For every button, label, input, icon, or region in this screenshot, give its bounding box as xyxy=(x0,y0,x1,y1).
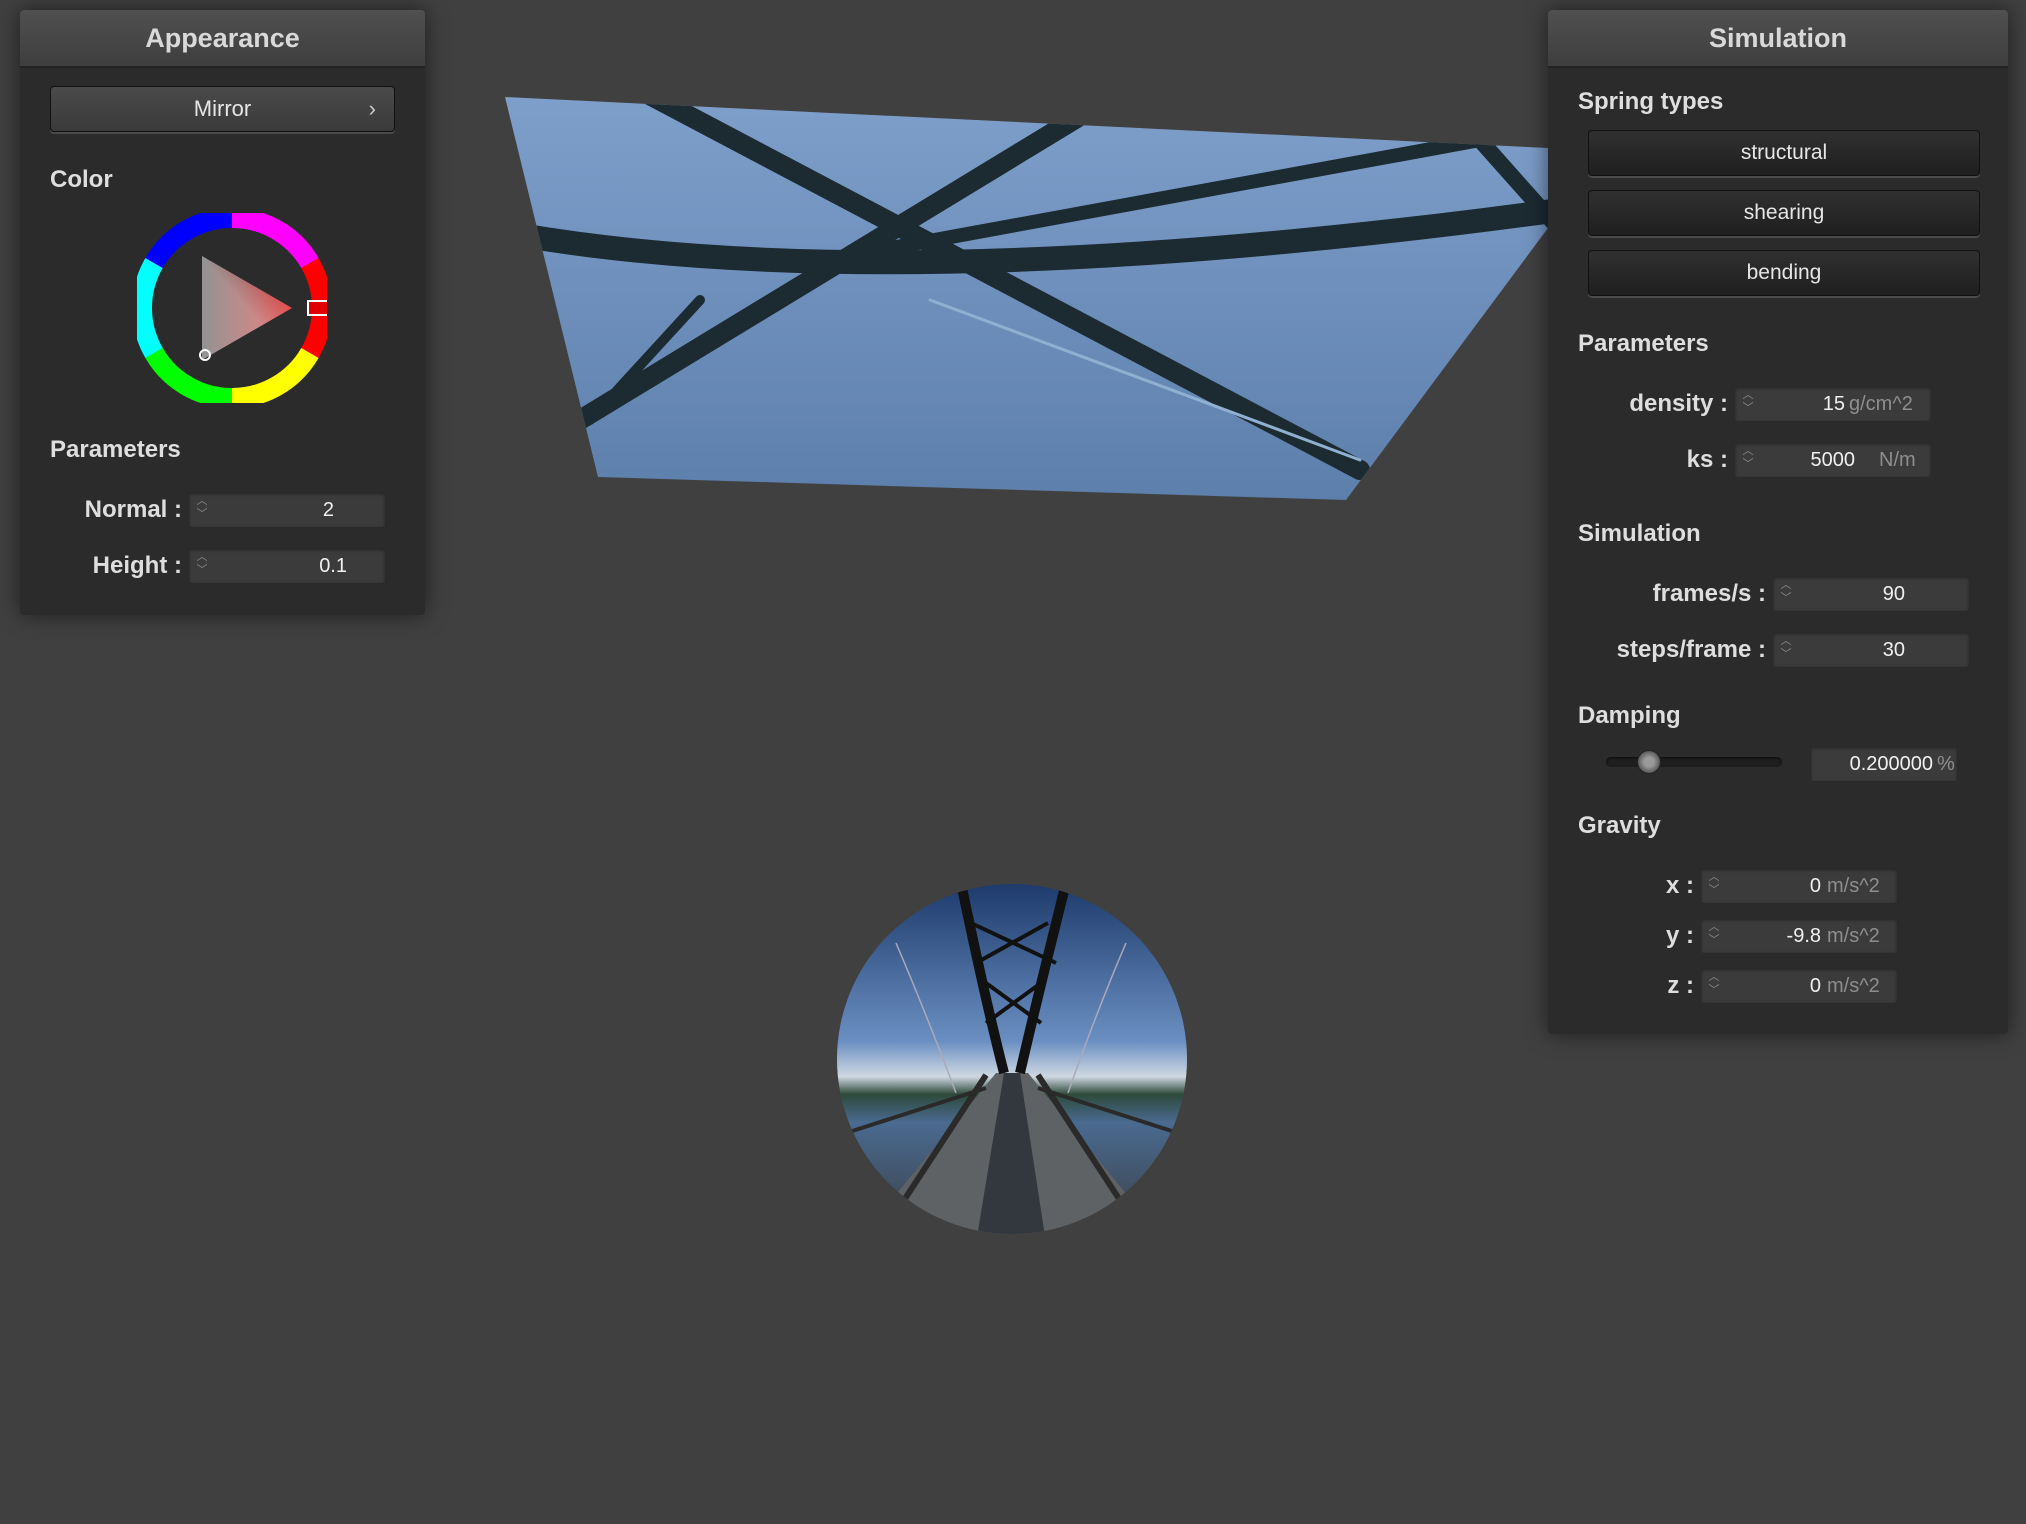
gravity-x-value: 0 xyxy=(1809,875,1821,897)
shader-popup-label: Mirror xyxy=(193,96,252,121)
fps-value: 90 xyxy=(1882,583,1905,605)
height-label: Height : xyxy=(92,552,182,579)
spinner-arrows-icon[interactable]: ︿ ﹀ xyxy=(1707,971,1721,1001)
steps-input[interactable]: ︿ ﹀ 30 xyxy=(1772,632,1970,668)
spinner-arrows-icon[interactable]: ︿ ﹀ xyxy=(1707,921,1721,951)
steps-label: steps/frame : xyxy=(1616,636,1766,663)
fps-label: frames/s : xyxy=(1652,580,1766,607)
mirror-sphere xyxy=(837,884,1187,1234)
spinner-arrows-icon[interactable]: ︿ ﹀ xyxy=(1779,579,1793,609)
gravity-x-input[interactable]: ︿ ﹀ 0 m/s^2 xyxy=(1700,868,1898,904)
gravity-x-label: x : xyxy=(1665,872,1694,899)
gravity-x-unit: m/s^2 xyxy=(1827,875,1880,897)
chevron-right-icon: › xyxy=(368,96,376,121)
simulation-section-label: Simulation xyxy=(1578,520,1701,547)
shader-popup-button[interactable]: Mirror › xyxy=(50,86,395,132)
damping-unit: % xyxy=(1937,753,1955,775)
ks-input[interactable]: ︿ ﹀ 5000 N/m xyxy=(1734,442,1932,478)
fps-input[interactable]: ︿ ﹀ 90 xyxy=(1772,576,1970,612)
appearance-panel-title[interactable]: Appearance xyxy=(20,10,425,68)
color-wheel-icon[interactable] xyxy=(137,213,327,403)
spinner-arrows-icon[interactable]: ︿ ﹀ xyxy=(1741,389,1755,419)
gravity-y-input[interactable]: ︿ ﹀ -9.8 m/s^2 xyxy=(1700,918,1898,954)
gravity-y-label: y : xyxy=(1665,922,1694,949)
normal-label: Normal : xyxy=(84,496,182,523)
gravity-z-input[interactable]: ︿ ﹀ 0 m/s^2 xyxy=(1700,968,1898,1004)
spinner-arrows-icon[interactable]: ︿ ﹀ xyxy=(1741,445,1755,475)
normal-value: 2 xyxy=(322,499,334,521)
gravity-y-value: -9.8 xyxy=(1786,925,1821,947)
simulation-panel: Simulation Spring types structural shear… xyxy=(1548,10,2008,1034)
gravity-z-unit: m/s^2 xyxy=(1827,975,1880,997)
damping-slider-knob[interactable] xyxy=(1637,750,1661,774)
simulation-panel-title[interactable]: Simulation xyxy=(1548,10,2008,68)
spinner-arrows-icon[interactable]: ︿ ﹀ xyxy=(1707,871,1721,901)
appearance-parameters-label: Parameters xyxy=(50,436,181,463)
spinner-arrows-icon[interactable]: ︿ ﹀ xyxy=(1779,635,1793,665)
damping-label: Damping xyxy=(1578,702,1681,729)
structural-spring-button[interactable]: structural xyxy=(1588,130,1980,176)
spinner-arrows-icon[interactable]: ︿ ﹀ xyxy=(195,495,209,525)
appearance-panel: Appearance Mirror › Color Parameters Nor… xyxy=(20,10,425,615)
spinner-arrows-icon[interactable]: ︿ ﹀ xyxy=(195,551,209,581)
color-section-label: Color xyxy=(50,166,113,193)
ks-label: ks : xyxy=(1686,446,1728,473)
damping-slider[interactable] xyxy=(1606,750,1782,774)
normal-input[interactable]: ︿ ﹀ 2 xyxy=(188,492,386,528)
gravity-y-unit: m/s^2 xyxy=(1827,925,1880,947)
density-value: 15 xyxy=(1822,393,1845,415)
density-unit: g/cm^2 xyxy=(1849,393,1913,415)
spring-types-label: Spring types xyxy=(1578,88,1724,115)
sim-parameters-label: Parameters xyxy=(1578,330,1709,357)
height-input[interactable]: ︿ ﹀ 0.1 xyxy=(188,548,386,584)
ks-value: 5000 xyxy=(1810,449,1856,471)
gravity-label: Gravity xyxy=(1578,812,1661,839)
height-value: 0.1 xyxy=(319,555,347,577)
density-input[interactable]: ︿ ﹀ 15 g/cm^2 xyxy=(1734,386,1932,422)
steps-value: 30 xyxy=(1882,639,1905,661)
shearing-spring-button[interactable]: shearing xyxy=(1588,190,1980,236)
ks-unit: N/m xyxy=(1879,449,1916,471)
gravity-z-value: 0 xyxy=(1809,975,1821,997)
bending-spring-button[interactable]: bending xyxy=(1588,250,1980,296)
density-label: density : xyxy=(1629,390,1728,417)
damping-value: 0.200000 xyxy=(1849,753,1933,775)
gravity-z-label: z : xyxy=(1667,972,1694,999)
damping-input[interactable]: 0.200000 % xyxy=(1810,746,1958,782)
